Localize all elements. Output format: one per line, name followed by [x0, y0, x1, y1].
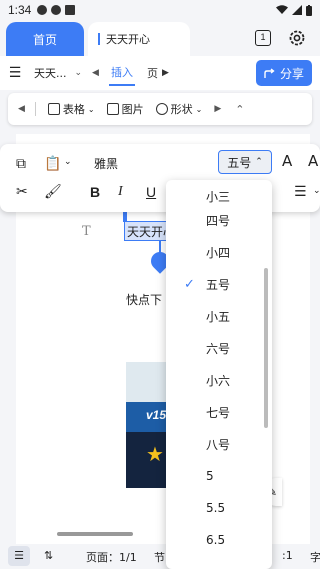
font-size-option-label: 5.5	[206, 501, 226, 515]
chevron-down-icon[interactable]: ⌄	[64, 157, 72, 167]
share-button[interactable]: 分享	[256, 60, 312, 86]
insert-table-button[interactable]: 表格 ⌄	[47, 101, 95, 117]
font-size-option-label: 小四	[206, 245, 231, 260]
font-size-option-selected[interactable]: ✓ 五号	[166, 268, 272, 300]
selection-start-handle[interactable]	[123, 212, 127, 222]
table-icon	[47, 103, 60, 115]
app-icon	[65, 5, 76, 15]
chevron-down-icon[interactable]: ⌄	[313, 186, 320, 196]
chevron-up-icon: ⌃	[255, 157, 263, 167]
font-size-menu: 小三 四号 小四 ✓ 五号 小五 六号 小六 七号 八号 5 5.5 6.5	[166, 180, 272, 569]
font-size-option[interactable]: 六号	[166, 332, 272, 364]
font-size-option-label: 八号	[206, 437, 231, 452]
ribbon-left-icon[interactable]: ◀	[18, 104, 25, 114]
font-size-option[interactable]: 四号	[166, 204, 272, 236]
position-info: :1	[282, 549, 293, 562]
chevron-down-icon[interactable]: ⌄	[75, 68, 83, 78]
font-size-option-label: 小三	[206, 189, 231, 204]
outline-icon[interactable]: ☰	[8, 546, 30, 566]
cut-icon[interactable]: ✂	[16, 184, 28, 200]
ribbon-right-icon[interactable]: ▶	[214, 104, 221, 114]
status-bar: 1:34	[0, 0, 320, 20]
picture-label: v15	[146, 408, 167, 422]
navigation-icon[interactable]: ⇅	[44, 549, 53, 562]
font-size-menu-scrollbar[interactable]	[264, 268, 268, 428]
battery-icon	[306, 4, 312, 16]
page-info: 页面：1/1	[86, 551, 137, 564]
selected-text[interactable]: 天天开心	[124, 221, 170, 241]
font-size-option[interactable]: 小五	[166, 300, 272, 332]
doc-name[interactable]: 天天...	[34, 65, 67, 81]
ribbon-divider	[34, 102, 36, 116]
font-size-option-label: 五号	[206, 277, 231, 292]
paste-icon[interactable]: 📋	[44, 156, 61, 172]
font-size-option-label: 小五	[206, 309, 231, 324]
format-painter-icon[interactable]: 🖌	[44, 184, 62, 200]
insert-shape-button[interactable]: 形状 ⌄	[155, 101, 203, 117]
star-icon: ★	[146, 442, 164, 466]
align-icon[interactable]: ☰	[294, 184, 307, 200]
insert-picture-label: 图片	[121, 103, 144, 116]
text-format-icon: T	[82, 224, 91, 239]
font-size-option-label: 小六	[206, 373, 231, 388]
status-time: 1:34	[8, 3, 32, 17]
picture-icon	[106, 103, 119, 115]
insert-shape-label: 形状	[170, 103, 193, 116]
section-info: 节	[154, 551, 165, 564]
font-size-select[interactable]: 五号 ⌃	[218, 150, 272, 174]
chevron-down-icon: ⌄	[87, 104, 95, 114]
copy-icon[interactable]: ⧉	[16, 156, 26, 172]
wifi-icon	[276, 5, 288, 15]
font-size-option[interactable]: 七号	[166, 396, 272, 428]
font-size-option-label: 6.5	[206, 533, 226, 547]
picture-sky	[126, 362, 168, 402]
underline-icon[interactable]: U	[146, 184, 156, 200]
font-size-option[interactable]: 5.5	[166, 492, 272, 524]
word-count-info: 字	[310, 551, 320, 564]
checkmark-icon: ✓	[184, 276, 195, 292]
gear-icon[interactable]	[287, 28, 307, 48]
bold-icon[interactable]: B	[90, 184, 100, 200]
share-icon	[264, 67, 276, 79]
signal-icon	[292, 5, 302, 15]
font-size-option[interactable]: 6.5	[166, 524, 272, 556]
chevron-down-icon: ⌄	[195, 104, 203, 114]
font-name-select[interactable]: 雅黑	[94, 155, 118, 172]
scroll-left-icon[interactable]: ◀	[92, 68, 99, 78]
horizontal-scrollbar[interactable]	[57, 532, 133, 536]
font-size-value: 五号	[227, 155, 252, 170]
font-size-option-label: 四号	[206, 213, 231, 228]
collapse-ribbon-icon[interactable]: ⌃	[235, 103, 244, 116]
alert-icon	[51, 5, 62, 15]
tab-document-label: 天天开心	[106, 33, 150, 46]
italic-icon[interactable]: I	[118, 184, 123, 200]
font-size-option-label: 5	[206, 469, 214, 483]
scroll-right-icon[interactable]: ▶	[162, 68, 169, 78]
notification-icon	[37, 5, 48, 15]
increase-font-button[interactable]: A	[282, 152, 292, 170]
share-label: 分享	[279, 66, 304, 81]
decrease-font-button[interactable]: A	[308, 152, 320, 170]
shape-icon	[155, 103, 168, 115]
tab-home[interactable]: 首页	[6, 22, 84, 56]
document-picture[interactable]: v15 ★	[126, 362, 168, 488]
insert-ribbon: ◀ 表格 ⌄ 图片 形状 ⌄ ▶ ⌃	[8, 93, 312, 125]
font-size-option-label: 六号	[206, 341, 231, 356]
body-text[interactable]: 快点下	[126, 291, 168, 308]
font-size-option[interactable]: 5	[166, 460, 272, 492]
font-size-option[interactable]: 八号	[166, 428, 272, 460]
tab-strip: 首页 天天开心 1	[0, 20, 320, 56]
tab-insert[interactable]: 插入	[108, 60, 135, 86]
font-size-option[interactable]: 小六	[166, 364, 272, 396]
tab-page[interactable]: 页	[147, 65, 158, 81]
font-size-option-label: 七号	[206, 405, 231, 420]
menu-icon[interactable]: ☰	[0, 65, 30, 81]
tab-document[interactable]: 天天开心	[88, 22, 190, 56]
window-count-button[interactable]: 1	[255, 30, 271, 46]
font-size-option[interactable]: 小四	[166, 236, 272, 268]
insert-table-label: 表格	[62, 103, 85, 116]
insert-picture-button[interactable]: 图片	[106, 101, 144, 117]
tab-document-indicator	[98, 33, 100, 45]
format-bar: ⧉ 📋 ⌄ 雅黑 五号 ⌃ A A ✂ 🖌 B I U ☰ ⌄	[0, 144, 320, 212]
